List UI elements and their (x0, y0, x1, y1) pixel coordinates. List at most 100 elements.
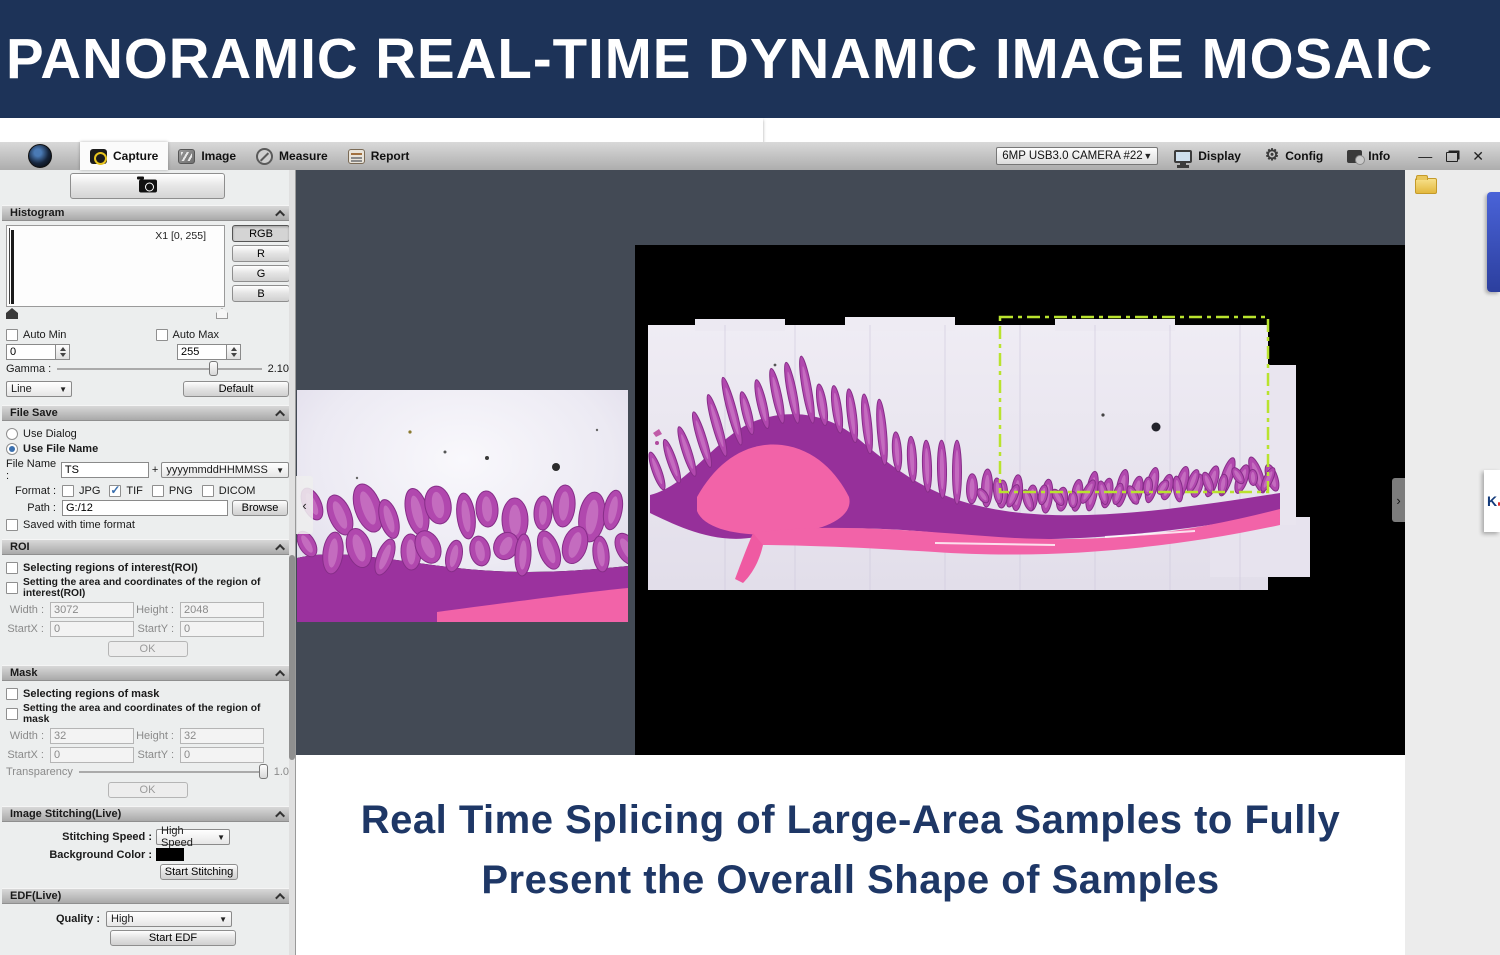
roi-ok-button[interactable]: OK (107, 641, 188, 657)
start-edf-button[interactable]: Start EDF (110, 930, 236, 946)
expand-right-tab[interactable]: › (1392, 478, 1405, 522)
histogram-title: Histogram (10, 207, 65, 219)
file-name-label: File Name : (6, 458, 57, 482)
channel-rgb-button[interactable]: RGB (232, 225, 290, 242)
mask-width-input[interactable] (50, 728, 134, 744)
channel-b-button[interactable]: B (232, 285, 290, 302)
file-name-input[interactable] (60, 462, 149, 478)
transparency-handle[interactable] (258, 764, 268, 779)
ribbon-tabs: Capture Image Measure Report (80, 142, 419, 170)
mask-height-input[interactable] (180, 728, 264, 744)
edf-panel-header[interactable]: EDF(Live) (2, 888, 293, 904)
curve-type-value: Line (11, 383, 32, 395)
browse-button[interactable]: Browse (232, 500, 288, 516)
close-button[interactable]: ✕ (1472, 149, 1484, 163)
use-dialog-radio[interactable]: Use Dialog (6, 428, 289, 440)
caption-zone: Real Time Splicing of Large-Area Samples… (296, 755, 1405, 955)
file-save-panel-header[interactable]: File Save (2, 405, 293, 421)
mask-select-checkbox[interactable]: Selecting regions of mask (6, 688, 289, 700)
checkbox-icon (201, 485, 214, 497)
transparency-slider[interactable] (78, 764, 268, 779)
mask-ok-button[interactable]: OK (107, 782, 188, 798)
camera-icon (136, 176, 157, 193)
black-level-handle[interactable] (6, 308, 18, 319)
image-workspace: ‹ › Real Time Splicing of Large-Area Sam… (296, 170, 1405, 955)
format-tif-checkbox[interactable]: TIF (109, 483, 143, 497)
display-button[interactable]: Display (1166, 149, 1249, 166)
transparency-label: Transparency (6, 766, 73, 778)
capture-lens-icon (90, 148, 107, 165)
mask-panel-header[interactable]: Mask (2, 665, 293, 681)
edf-quality-dropdown[interactable]: High ▼ (106, 911, 232, 927)
gamma-handle[interactable] (209, 361, 219, 376)
minimize-button[interactable]: — (1418, 149, 1432, 163)
stitching-speed-dropdown[interactable]: High Speed ▼ (156, 825, 230, 849)
gamma-value: 2.10 (267, 363, 289, 375)
roi-panel-header[interactable]: ROI (2, 539, 293, 555)
chevron-left-icon: ‹ (302, 497, 307, 513)
format-dicom-checkbox[interactable]: DICOM (201, 485, 256, 497)
time-format-checkbox[interactable]: Saved with time format (6, 519, 289, 531)
roi-select-checkbox[interactable]: Selecting regions of interest(ROI) (6, 562, 289, 574)
default-button[interactable]: Default (183, 381, 289, 397)
radio-icon (6, 428, 18, 440)
chevron-down-icon: ▼ (1143, 151, 1153, 161)
channel-r-button[interactable]: R (232, 245, 290, 262)
mask-starty-input[interactable] (180, 747, 264, 763)
histogram-panel-header[interactable]: Histogram (2, 205, 293, 221)
collapse-left-tab[interactable]: ‹ (296, 476, 313, 534)
folder-icon[interactable] (1415, 175, 1437, 194)
stitching-panel-header[interactable]: Image Stitching(Live) (2, 806, 293, 822)
timestamp-format-dropdown[interactable]: yyyymmddHHMMSS ▼ (161, 462, 289, 478)
format-jpg-checkbox[interactable]: JPG (62, 485, 100, 497)
mask-setting-checkbox[interactable]: Setting the area and coordinates of the … (6, 703, 289, 725)
format-png-checkbox[interactable]: PNG (151, 485, 193, 497)
min-spinner[interactable] (56, 344, 70, 360)
config-button[interactable]: ⚙ Config (1257, 148, 1331, 164)
tab-measure-label: Measure (279, 149, 328, 163)
live-preview-image[interactable] (297, 390, 628, 622)
format-jpg-label: JPG (79, 485, 101, 497)
max-level-input[interactable] (177, 344, 227, 360)
snapshot-button[interactable] (70, 173, 225, 199)
app-logo-icon (28, 144, 52, 168)
format-dicom-label: DICOM (218, 485, 256, 497)
window-controls: — ✕ (1418, 149, 1490, 163)
info-button[interactable]: Info (1339, 149, 1398, 165)
roi-startx-input[interactable] (50, 621, 134, 637)
histogram-plot[interactable]: X1 [0, 255] (6, 225, 225, 307)
banner-title: PANORAMIC REAL-TIME DYNAMIC IMAGE MOSAIC (5, 27, 1434, 91)
min-level-input[interactable] (6, 344, 56, 360)
tab-report[interactable]: Report (338, 142, 420, 170)
roi-width-input[interactable] (50, 602, 134, 618)
gamma-slider[interactable] (57, 361, 262, 376)
roi-starty-input[interactable] (180, 621, 264, 637)
desktop-logo-card[interactable]: K (1484, 470, 1500, 532)
collapse-caret-icon (275, 810, 286, 821)
sidebar-scrollbar[interactable] (289, 170, 295, 955)
max-spinner[interactable] (227, 344, 241, 360)
use-file-name-radio[interactable]: Use File Name (6, 443, 289, 455)
camera-select-dropdown[interactable]: 6MP USB3.0 CAMERA #22 ▼ (996, 147, 1159, 165)
curve-type-dropdown[interactable]: Line ▼ (6, 381, 72, 397)
stitching-speed-value: High Speed (161, 825, 193, 849)
histogram-spike (11, 230, 14, 304)
image-photo-icon (178, 148, 196, 164)
auto-max-checkbox[interactable]: Auto Max (155, 329, 219, 341)
roi-setting-checkbox[interactable]: Setting the area and coordinates of the … (6, 577, 289, 599)
tab-capture[interactable]: Capture (80, 142, 169, 170)
tab-measure[interactable]: Measure (246, 142, 338, 170)
white-level-handle[interactable] (216, 308, 228, 319)
channel-g-button[interactable]: G (232, 265, 290, 282)
tab-image[interactable]: Image (168, 142, 246, 170)
mosaic-canvas[interactable] (635, 245, 1405, 755)
desktop-shortcut-partial-icon[interactable] (1487, 192, 1500, 292)
roi-height-input[interactable] (180, 602, 264, 618)
scrollbar-thumb[interactable] (289, 555, 295, 760)
background-color-swatch[interactable] (156, 848, 184, 861)
start-stitching-button[interactable]: Start Stitching (160, 864, 238, 880)
auto-min-checkbox[interactable]: Auto Min (6, 329, 66, 341)
path-input[interactable] (62, 500, 228, 516)
restore-button[interactable] (1446, 152, 1459, 162)
mask-startx-input[interactable] (50, 747, 134, 763)
